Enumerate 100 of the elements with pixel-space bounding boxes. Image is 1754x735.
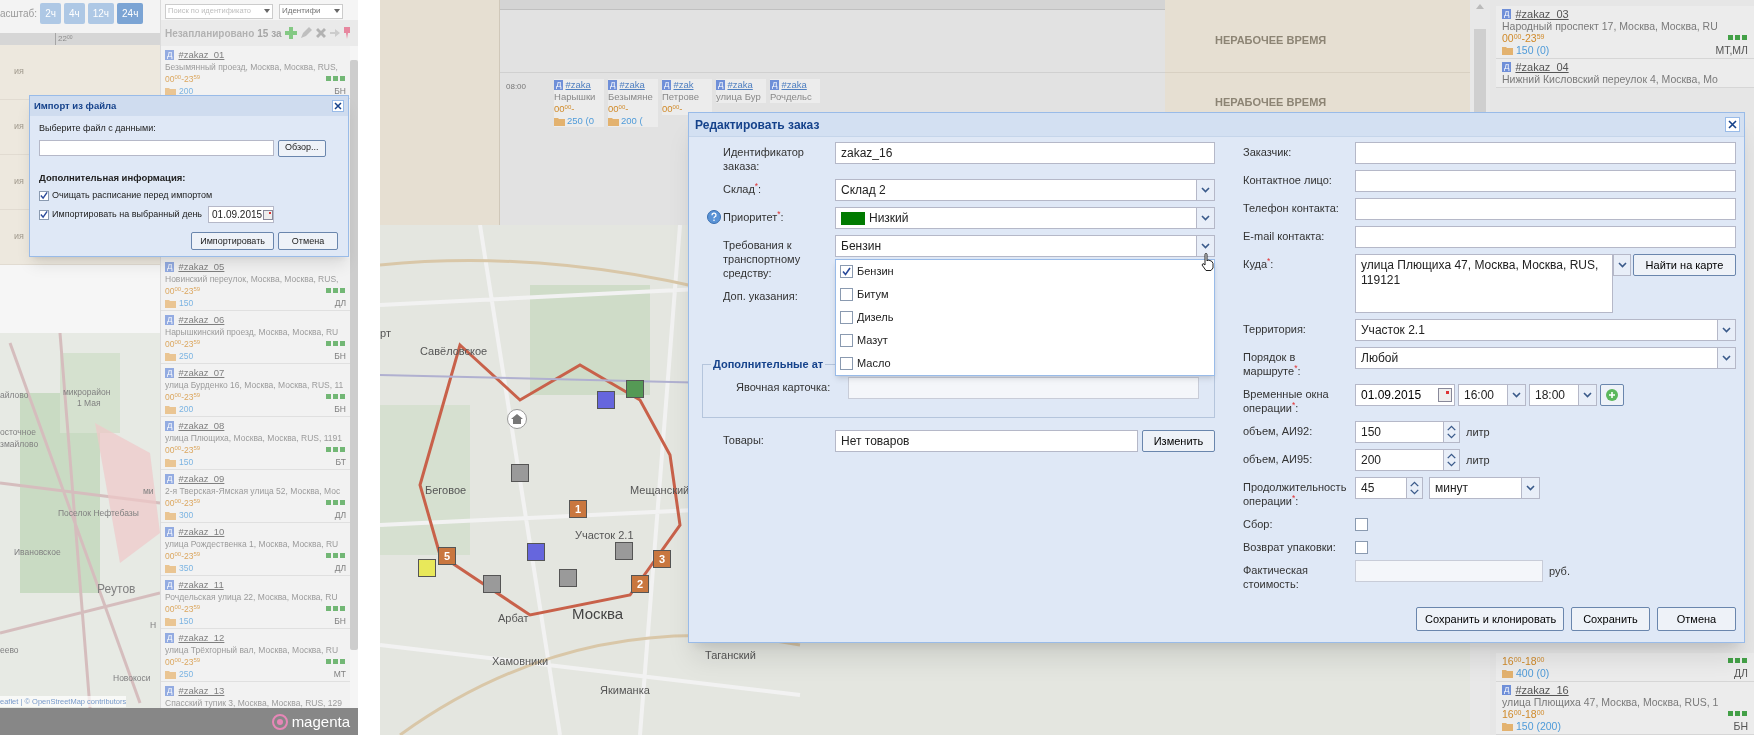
order-type-badge: Д [165,633,175,643]
order-tag: ДЛ [1734,667,1748,679]
field-label: Склад$^{*}$: [723,180,763,196]
field-label: Контактное лицо: [1243,173,1333,187]
field-label: Продолжительность операции$^{*}$: [1243,480,1348,508]
order-type-badge: Д [165,686,175,696]
order-address: Рочдельс [770,91,813,103]
order-address: Народный проспект 17, Москва, Москва, RU [1502,20,1719,32]
map-label: Н [150,619,157,632]
order-time: 00$^{00}$-23$^{59}$ [165,285,201,297]
order-time: 00$^{00}$-23$^{59}$ [165,338,201,350]
map-label: Беговое [425,483,467,498]
field-label: Телефон контакта: [1243,201,1340,215]
dialog-title: Редактировать заказ [695,116,820,134]
field-label: Временные окна операции$^{*}$: [1243,387,1330,415]
order-volume: 150 [179,615,194,627]
order-type-badge: Д [1502,685,1512,695]
unit-label: литр [1466,424,1490,440]
order-time: 00$^{00}$- [608,103,630,115]
order-volume: 150 (0) [1516,44,1550,56]
order-volume: 250 (0 [567,115,594,127]
order-address: улица Бурденко 16, Москва, Москва, RUS, 11 [165,379,345,391]
map-label: змайлово [0,438,39,451]
unplanned-count: 15 за [257,26,282,41]
order-address: улица Бур [716,91,762,103]
order-type-badge: Д [1502,9,1512,19]
field-label: Явочная карточка: [736,380,832,396]
field-label: Выберите файл с данными: [39,122,157,135]
map-label: айлово [0,389,29,402]
map-label: Участок 2.1 [575,528,634,543]
order-type-badge: Д [165,580,175,590]
order-time: 00$^{00}$-23$^{59}$ [165,603,201,615]
order-address: улица Плющиха, Москва, Москва, RUS, 1191 [165,432,343,444]
order-time: 00$^{00}$-23$^{59}$ [165,391,201,403]
order-address: Рочдельская улица 22, Москва, Москва, RU [165,591,339,603]
order-address: Нарышки [554,91,597,103]
order-volume: 250 [179,350,194,362]
order-address: Петрове [662,91,700,103]
order-time: 00$^{00}$-23$^{59}$ [165,550,201,562]
time-label: 08:00 [506,81,527,93]
unit-label: руб. [1549,563,1570,579]
order-tag: БН [334,350,346,362]
order-type-badge: Д [165,474,175,484]
order-type-badge: Д [165,315,175,325]
order-type-badge: Д [554,80,564,90]
option-label: Очищать расписание перед импортом [52,188,213,202]
order-tag: БТ [335,456,346,468]
order-address: 2-я Тверская-Ямская улица 52, Москва, Мос [165,485,342,497]
order-type-badge: Д [662,80,672,90]
nonworking-label: ия [14,175,24,189]
order-time: 00$^{00}$-23$^{59}$ [165,444,201,456]
map-label: Арбат [498,611,529,626]
map-label: Хамовники [492,654,549,669]
field-label: Заказчик: [1243,145,1293,159]
order-type-badge: Д [1502,62,1512,72]
order-volume: 200 [179,403,194,415]
order-time: 00$^{00}$- [662,103,684,115]
order-time: 00$^{00}$- [554,103,576,115]
map-label: микрорайон [63,386,111,399]
order-volume: 150 (200) [1516,720,1561,732]
order-address: Спасский тупик 3, Москва, Москва, RUS, 129 [165,697,343,708]
map-label: Ивановское [14,546,61,559]
map-label: Москва [572,604,624,624]
section-title: Дополнительная информация: [39,170,187,185]
field-label: Куда$^{*}$: [1243,255,1275,271]
order-type-badge: Д [770,80,780,90]
map-label: Таганский [705,648,756,663]
field-label: объем, АИ92: [1243,424,1314,438]
order-tag: ДЛ [334,297,346,309]
dialog-title: Импорт из файла [34,98,117,113]
logo-text: magenta [291,713,350,730]
field-label: Товары: [723,433,765,447]
map-label: ми [143,485,154,498]
field-label: Порядок в маршруте$^{*}$: [1243,350,1302,378]
order-tag: БН [334,85,346,97]
order-type-badge: Д [165,262,175,272]
map-label: осточное [0,426,36,439]
order-type-badge: Д [608,80,618,90]
order-address: улица Рождественка 1, Москва, Москва, RU [165,538,340,550]
unit-label: литр [1466,452,1490,468]
field-label: Доп. указания: [723,289,799,303]
section-legend: Дополнительные ат [711,356,826,373]
order-address: Безымянный проезд, Москва, Москва, RUS, [165,61,339,73]
order-type-badge: Д [165,368,175,378]
field-label: Сбор: [1243,517,1274,531]
unplanned-label: Незапланировано [165,26,255,41]
map-label: рт [380,326,391,341]
map-label: Поселок Нефтебазы [58,507,139,520]
nonworking-label: НЕРАБОЧЕЕ ВРЕМЯ [1215,34,1327,46]
option-label: Импортировать на выбранный день [52,208,203,221]
order-type-badge: Д [165,421,175,431]
order-tag: МТ [333,668,346,680]
field-label: Идентификатор заказа: [723,145,805,173]
order-volume: 400 (0) [1516,667,1550,679]
order-address: Безымяне [608,91,654,103]
order-time: 16$^{00}$-18$^{00}$ [1502,708,1545,720]
order-volume: 350 [179,562,194,574]
order-address: Нижний Кисловский переулок 4, Москва, Мо [1502,73,1719,85]
order-volume: 150 [179,297,194,309]
order-tag: БН [334,615,346,627]
